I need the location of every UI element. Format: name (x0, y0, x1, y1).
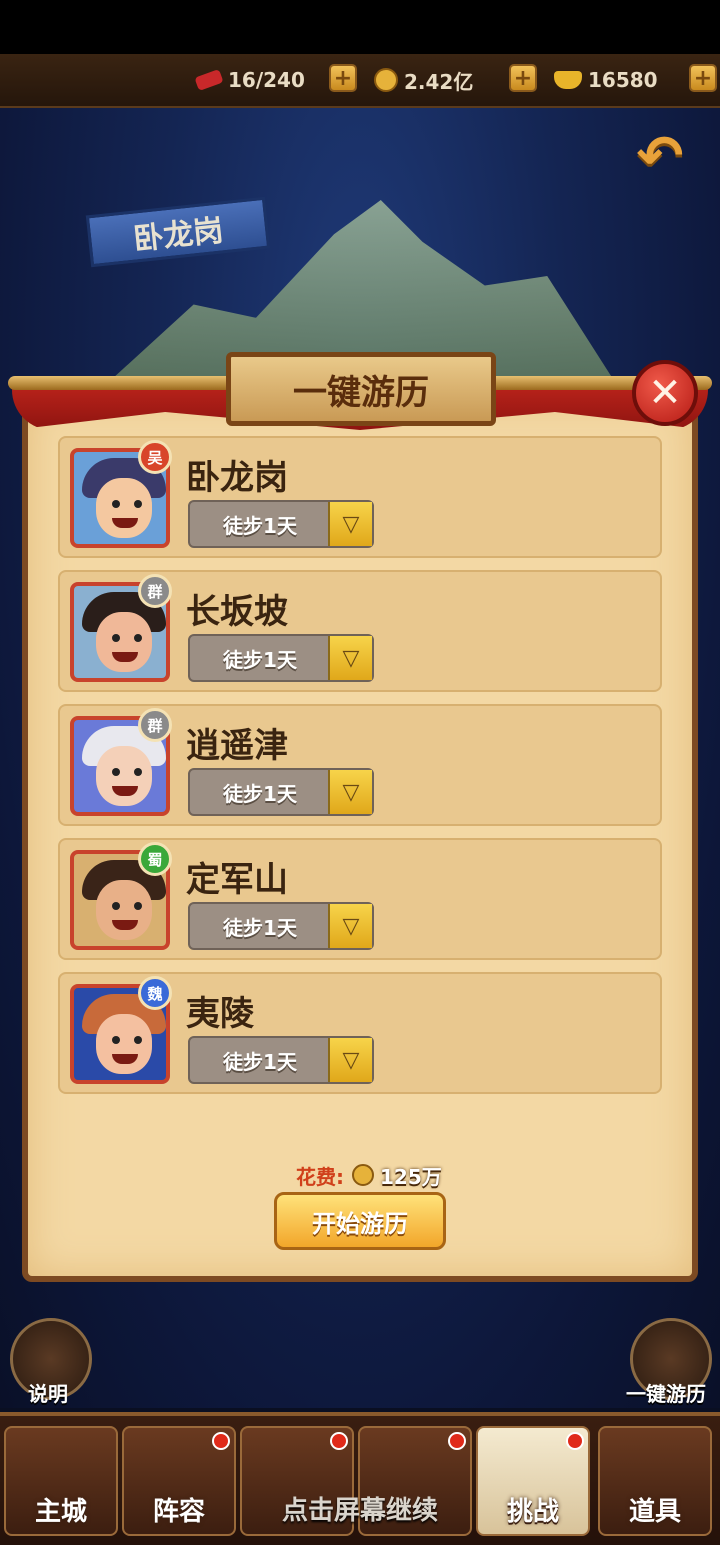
notification-dot (566, 1432, 584, 1450)
travel-row: 群 逍遥津 徒步1天 ▽ (58, 704, 662, 826)
quick-travel-label: 一键游历 (626, 1382, 706, 1406)
cost-label: 花费: (296, 1164, 344, 1189)
dialog-title: 一键游历 (293, 372, 429, 413)
travel-mode-value: 徒步1天 (223, 781, 297, 806)
destination-name: 夷陵 (186, 994, 254, 1034)
destination-name: 定军山 (186, 860, 288, 900)
destination-name: 长坂坡 (186, 592, 288, 632)
notification-dot (212, 1432, 230, 1450)
travel-mode-select[interactable]: 徒步1天 ▽ (188, 902, 374, 950)
dialog-title-plate: 一键游历 (226, 352, 496, 426)
travel-row: 蜀 定军山 徒步1天 ▽ (58, 838, 662, 960)
help-label: 说明 (28, 1382, 68, 1406)
stamina-value: 16/240 (228, 68, 305, 92)
back-arrow-icon[interactable]: ↶ (624, 128, 696, 186)
location-label: 卧龙岗 (131, 213, 225, 258)
chevron-down-icon[interactable]: ▽ (328, 770, 372, 814)
resource-bar: 16/240 2.42亿 16580 (0, 54, 720, 108)
destination-name: 逍遥津 (186, 726, 288, 766)
ingot-counter: 16580 (554, 64, 658, 96)
coin-icon (374, 68, 398, 92)
kingdom-badge: 群 (138, 708, 172, 742)
close-button[interactable]: ✕ (632, 360, 698, 426)
travel-mode-select[interactable]: 徒步1天 ▽ (188, 768, 374, 816)
notification-dot (330, 1432, 348, 1450)
travel-mode-select[interactable]: 徒步1天 ▽ (188, 500, 374, 548)
ingot-icon (554, 71, 582, 89)
coin-value: 2.42亿 (404, 69, 474, 94)
travel-row: 群 长坂坡 徒步1天 ▽ (58, 570, 662, 692)
stamina-counter: 16/240 (194, 64, 305, 96)
kingdom-badge: 魏 (138, 976, 172, 1010)
tap-to-continue-hint[interactable]: 点击屏幕继续 (0, 1490, 720, 1527)
cost-display: 花费: 125万 (296, 1160, 442, 1190)
add-ingots-button[interactable]: + (689, 64, 717, 92)
travel-mode-select[interactable]: 徒步1天 ▽ (188, 1036, 374, 1084)
notification-dot (448, 1432, 466, 1450)
kingdom-badge: 群 (138, 574, 172, 608)
travel-row: 魏 夷陵 徒步1天 ▽ (58, 972, 662, 1094)
travel-mode-value: 徒步1天 (223, 1049, 297, 1074)
chevron-down-icon[interactable]: ▽ (328, 904, 372, 948)
chevron-down-icon[interactable]: ▽ (328, 1038, 372, 1082)
coin-counter: 2.42亿 (374, 64, 473, 96)
travel-mode-value: 徒步1天 (223, 915, 297, 940)
kingdom-badge: 吴 (138, 440, 172, 474)
cost-value: 125万 (380, 1164, 442, 1189)
start-travel-button[interactable]: 开始游历 (274, 1192, 446, 1250)
travel-mode-select[interactable]: 徒步1天 ▽ (188, 634, 374, 682)
stamina-icon (194, 68, 224, 92)
travel-mode-value: 徒步1天 (223, 647, 297, 672)
chevron-down-icon[interactable]: ▽ (328, 636, 372, 680)
close-icon: ✕ (648, 370, 682, 416)
add-stamina-button[interactable]: + (329, 64, 357, 92)
travel-mode-value: 徒步1天 (223, 513, 297, 538)
add-coins-button[interactable]: + (509, 64, 537, 92)
status-bar (0, 0, 720, 54)
destination-name: 卧龙岗 (186, 458, 288, 498)
kingdom-badge: 蜀 (138, 842, 172, 876)
chevron-down-icon[interactable]: ▽ (328, 502, 372, 546)
coin-icon (352, 1164, 374, 1186)
travel-row: 吴 卧龙岗 徒步1天 ▽ (58, 436, 662, 558)
ingot-value: 16580 (588, 68, 658, 92)
